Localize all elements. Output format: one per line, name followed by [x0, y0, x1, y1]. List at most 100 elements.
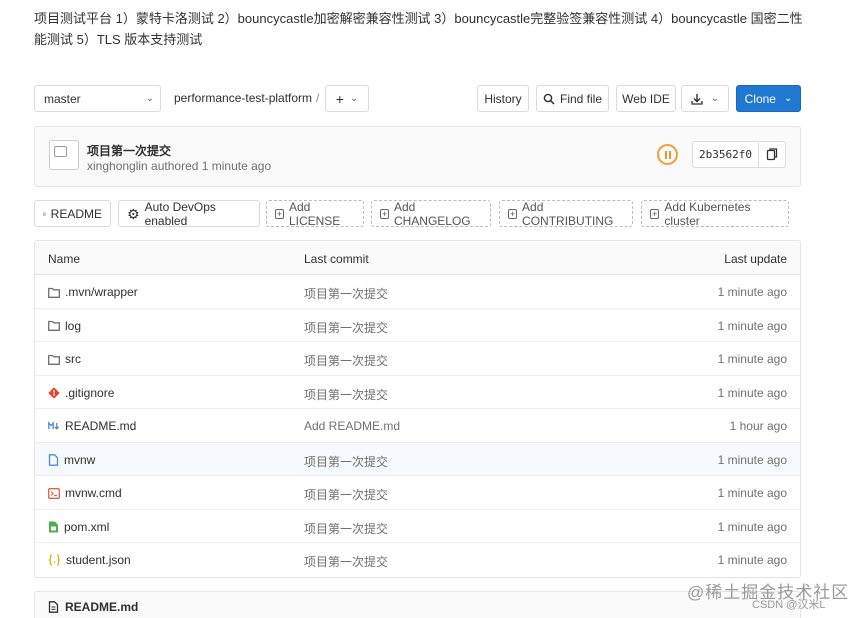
file-icon	[43, 212, 46, 215]
markdown-icon	[48, 421, 60, 430]
file-name-link[interactable]: log	[65, 319, 81, 333]
commit-message-link[interactable]: 项目第一次提交	[304, 520, 388, 537]
add-license-label: Add LICENSE	[288, 199, 341, 228]
table-row[interactable]: pom.xml 项目第一次提交 1 minute ago	[35, 510, 800, 543]
commit-message-link[interactable]: Add README.md	[304, 419, 400, 433]
download-icon	[691, 93, 703, 105]
terminal-icon	[48, 487, 60, 499]
last-commit-panel: 项目第一次提交 xinghonglin authored 1 minute ag…	[34, 126, 801, 187]
auto-devops-button[interactable]: ⚙ Auto DevOps enabled	[118, 199, 260, 228]
plus-square-icon: +	[380, 208, 389, 219]
table-row[interactable]: student.json 项目第一次提交 1 minute ago	[35, 543, 800, 577]
last-update-time: 1 minute ago	[717, 385, 787, 400]
add-dropdown-button[interactable]: + ⌄	[325, 85, 369, 112]
file-name-link[interactable]: student.json	[66, 553, 131, 567]
branch-selector[interactable]: master ⌄	[34, 85, 161, 112]
xml-file-icon	[49, 521, 58, 532]
folder-icon	[48, 320, 60, 331]
chevron-down-icon: ⌄	[349, 93, 359, 104]
watermark-author: CSDN @汉米L	[752, 599, 826, 611]
plus-square-icon: +	[508, 208, 518, 219]
file-name-link[interactable]: pom.xml	[64, 520, 109, 534]
table-header: Name Last commit Last update	[35, 241, 800, 275]
plus-square-icon: +	[275, 208, 284, 219]
page-intro: 项目测试平台 1）蒙特卡洛测试 2）bouncycastle加密解密兼容性测试 …	[34, 11, 803, 47]
commit-title[interactable]: 项目第一次提交	[87, 142, 171, 159]
readme-button-label: README	[50, 206, 102, 221]
avatar[interactable]	[49, 140, 79, 170]
commit-message-link[interactable]: 项目第一次提交	[304, 453, 388, 470]
commit-meta: xinghonglin authored 1 minute ago	[87, 159, 272, 173]
commit-sha[interactable]: 2b3562f0	[693, 142, 759, 167]
download-button[interactable]: ⌄	[681, 85, 729, 112]
header-last-update: Last update	[724, 252, 787, 266]
commit-message-link[interactable]: 项目第一次提交	[304, 553, 388, 570]
readme-title[interactable]: README.md	[65, 600, 138, 614]
commit-message-link[interactable]: 项目第一次提交	[304, 352, 388, 369]
commit-message-link[interactable]: 项目第一次提交	[304, 386, 388, 403]
last-update-time: 1 minute ago	[717, 318, 787, 333]
breadcrumb-separator: /	[316, 91, 320, 105]
web-ide-button[interactable]: Web IDE	[616, 85, 676, 112]
add-kubernetes-label: Add Kubernetes cluster	[664, 199, 751, 228]
last-update-time: 1 minute ago	[717, 452, 787, 467]
json-icon	[48, 554, 61, 566]
file-name-link[interactable]: mvnw	[64, 453, 95, 467]
chevron-down-icon: ⌄	[710, 93, 720, 104]
plus-icon: +	[335, 90, 344, 107]
table-row[interactable]: log 项目第一次提交 1 minute ago	[35, 309, 800, 342]
clone-label: Clone	[744, 91, 776, 106]
table-row[interactable]: src 项目第一次提交 1 minute ago	[35, 342, 800, 376]
history-button[interactable]: History	[477, 85, 529, 112]
pipeline-status-icon[interactable]	[657, 144, 678, 165]
find-file-button[interactable]: Find file	[536, 85, 609, 112]
table-row[interactable]: .gitignore 项目第一次提交 1 minute ago	[35, 376, 800, 409]
add-contributing-button[interactable]: + Add CONTRIBUTING	[499, 199, 633, 228]
readme-panel-header: README.md	[34, 591, 801, 618]
table-row[interactable]: mvnw 项目第一次提交 1 minute ago	[35, 442, 800, 476]
history-label: History	[484, 91, 522, 106]
find-file-label: Find file	[559, 91, 603, 106]
file-name-link[interactable]: mvnw.cmd	[65, 486, 122, 500]
file-tree-table: Name Last commit Last update .mvn/wrappe…	[34, 240, 801, 578]
file-name-link[interactable]: .mvn/wrapper	[65, 285, 138, 299]
table-row[interactable]: mvnw.cmd 项目第一次提交 1 minute ago	[35, 476, 800, 510]
last-update-time: 1 minute ago	[717, 519, 787, 534]
commit-message-link[interactable]: 项目第一次提交	[304, 285, 388, 302]
file-icon	[48, 601, 59, 613]
commit-message-link[interactable]: 项目第一次提交	[304, 486, 388, 503]
commit-message-link[interactable]: 项目第一次提交	[304, 319, 388, 336]
add-changelog-button[interactable]: + Add CHANGELOG	[371, 199, 491, 228]
file-name-link[interactable]: src	[65, 352, 81, 366]
table-row[interactable]: README.md Add README.md 1 hour ago	[35, 409, 800, 443]
folder-icon	[48, 287, 60, 298]
readme-button[interactable]: README	[34, 200, 111, 227]
clone-button[interactable]: Clone ⌄	[736, 85, 801, 112]
add-changelog-label: Add CHANGELOG	[393, 199, 471, 228]
commit-sha-group: 2b3562f0	[692, 141, 786, 168]
file-name-link[interactable]: .gitignore	[65, 386, 114, 400]
web-ide-label: Web IDE	[622, 91, 670, 106]
auto-devops-label: Auto DevOps enabled	[144, 199, 216, 228]
repo-toolbar: master ⌄ performance-test-platform / + ⌄…	[34, 85, 801, 112]
breadcrumb-project[interactable]: performance-test-platform	[174, 91, 312, 105]
folder-icon	[48, 354, 60, 365]
last-update-time: 1 minute ago	[717, 285, 787, 299]
add-license-button[interactable]: + Add LICENSE	[266, 199, 364, 228]
add-kubernetes-button[interactable]: + Add Kubernetes cluster	[641, 199, 789, 228]
project-buttons: README ⚙ Auto DevOps enabled + Add LICEN…	[34, 199, 801, 228]
search-icon	[543, 93, 555, 105]
copy-icon	[766, 148, 778, 161]
last-update-time: 1 minute ago	[717, 486, 787, 500]
file-name-link[interactable]: README.md	[65, 419, 136, 433]
header-name: Name	[48, 252, 81, 266]
last-update-time: 1 minute ago	[717, 352, 787, 366]
branch-name: master	[44, 91, 81, 106]
add-contributing-label: Add CONTRIBUTING	[522, 199, 614, 228]
table-row[interactable]: .mvn/wrapper 项目第一次提交 1 minute ago	[35, 275, 800, 309]
file-icon	[48, 453, 59, 466]
header-last-commit: Last commit	[304, 252, 369, 266]
git-icon	[48, 386, 60, 399]
last-update-time: 1 minute ago	[717, 553, 787, 567]
copy-sha-button[interactable]	[759, 142, 785, 167]
